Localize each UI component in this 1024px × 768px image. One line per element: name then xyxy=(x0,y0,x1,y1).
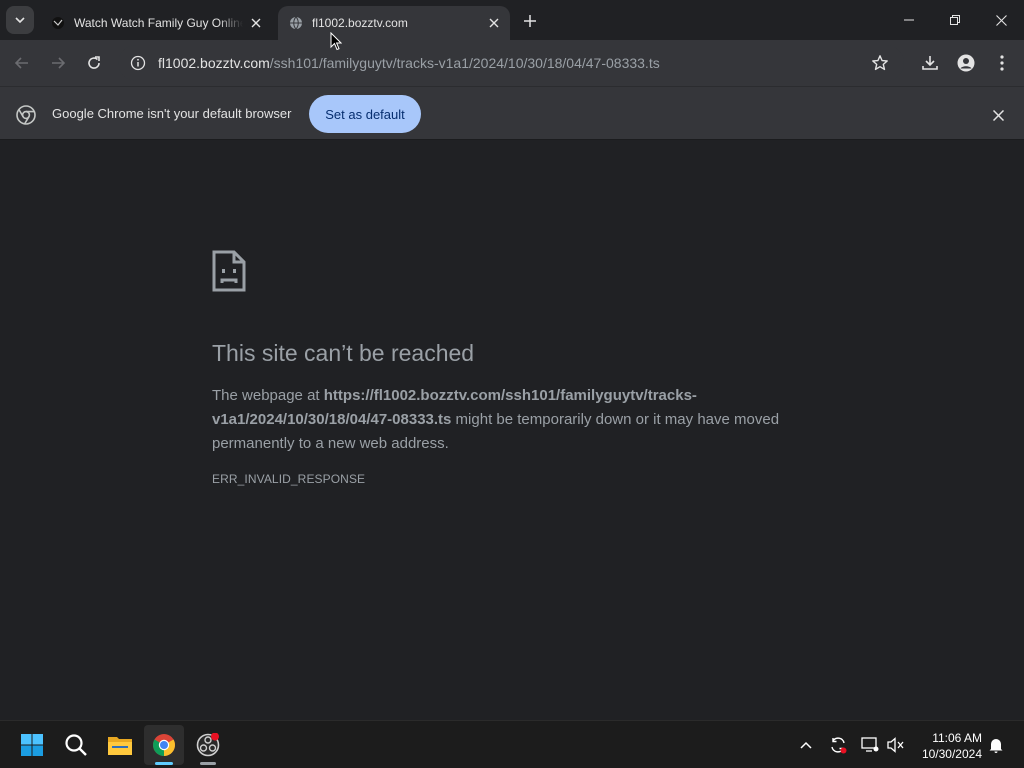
more-vertical-icon xyxy=(1000,55,1004,71)
minimize-icon xyxy=(904,19,914,21)
error-title: This site can’t be reached xyxy=(212,340,475,366)
chrome-logo-icon xyxy=(16,105,36,125)
new-tab-button[interactable] xyxy=(518,9,542,33)
reload-icon xyxy=(88,56,100,69)
sad-document-icon xyxy=(212,250,246,292)
system-clock[interactable]: 11:06 AM 10/30/2024 xyxy=(912,730,982,762)
back-button[interactable] xyxy=(8,49,36,77)
tab-bozztv[interactable]: fl1002.bozztv.com xyxy=(278,6,510,40)
url-host: fl1002.bozztv.com xyxy=(158,55,270,71)
sync-tray-button[interactable] xyxy=(828,735,848,755)
close-icon xyxy=(992,109,1004,121)
downloads-button[interactable] xyxy=(916,49,944,77)
tab-close-icon[interactable] xyxy=(485,14,503,32)
error-description: The webpage at https://fl1002.bozztv.com… xyxy=(212,384,822,456)
speaker-muted-icon xyxy=(887,737,904,753)
infobar-close-button[interactable] xyxy=(988,105,1008,125)
clock-date: 10/30/2024 xyxy=(921,747,982,761)
error-prefix: The webpage at xyxy=(212,387,324,404)
restore-button[interactable] xyxy=(932,0,978,40)
tab-close-icon[interactable] xyxy=(247,14,265,32)
windows-logo-icon xyxy=(21,734,43,756)
chrome-icon xyxy=(153,734,175,756)
bookmark-button[interactable] xyxy=(866,49,894,77)
default-browser-infobar: Google Chrome isn't your default browser… xyxy=(0,86,1024,140)
active-indicator xyxy=(155,762,173,765)
reload-button[interactable] xyxy=(80,49,108,77)
download-icon xyxy=(922,56,938,70)
url-path: /ssh101/familyguytv/tracks-v1a1/2024/10/… xyxy=(269,55,660,71)
tab-title: Watch Watch Family Guy Online xyxy=(74,16,243,30)
chrome-taskbar-button[interactable] xyxy=(144,725,184,765)
set-as-default-button[interactable]: Set as default xyxy=(309,95,421,133)
windows-taskbar: 11:06 AM 10/30/2024 xyxy=(0,720,1024,768)
profile-icon xyxy=(957,54,975,72)
infobar-message: Google Chrome isn't your default browser xyxy=(52,106,292,121)
start-button[interactable] xyxy=(12,725,52,765)
tab-family-guy[interactable]: Watch Watch Family Guy Online xyxy=(40,6,272,40)
search-icon xyxy=(65,734,87,756)
error-url-part1: https://fl1002.bozztv.com/ssh101/familyg… xyxy=(323,387,697,404)
notifications-button[interactable] xyxy=(986,735,1006,755)
error-url-part2: v1a1/2024/10/30/18/04/47-08333.ts xyxy=(212,411,452,428)
plus-icon xyxy=(524,15,536,27)
network-tray-button[interactable] xyxy=(860,735,880,755)
minimize-button[interactable] xyxy=(886,0,932,40)
globe-icon xyxy=(288,15,304,31)
address-url: fl1002.bozztv.com/ssh101/familyguytv/tra… xyxy=(158,55,660,71)
chrome-menu-button[interactable] xyxy=(988,49,1016,77)
forward-button[interactable] xyxy=(44,49,72,77)
tab-strip: Watch Watch Family Guy Online fl1002.boz… xyxy=(0,0,1024,40)
address-bar[interactable]: fl1002.bozztv.com/ssh101/familyguytv/tra… xyxy=(118,45,904,81)
browser-toolbar: fl1002.bozztv.com/ssh101/familyguytv/tra… xyxy=(0,40,1024,86)
arrow-left-icon xyxy=(14,57,28,69)
volume-tray-button[interactable] xyxy=(886,735,906,755)
close-icon xyxy=(995,14,1007,26)
close-window-button[interactable] xyxy=(978,0,1024,40)
obs-taskbar-button[interactable] xyxy=(188,725,228,765)
file-explorer-button[interactable] xyxy=(100,725,140,765)
error-code: ERR_INVALID_RESPONSE xyxy=(212,472,366,486)
show-hidden-icons-button[interactable] xyxy=(796,735,816,755)
arrow-right-icon xyxy=(52,57,66,69)
taskbar-search-button[interactable] xyxy=(56,725,96,765)
running-indicator xyxy=(200,762,216,765)
chevron-down-icon xyxy=(15,17,25,24)
restore-icon xyxy=(950,15,960,25)
mouse-cursor-icon xyxy=(330,32,342,51)
bell-icon xyxy=(989,739,1003,753)
folder-icon xyxy=(108,737,132,755)
sync-icon xyxy=(831,737,847,754)
clock-time: 11:06 AM xyxy=(932,731,982,745)
obs-studio-icon xyxy=(196,733,220,757)
tab-title: fl1002.bozztv.com xyxy=(312,16,408,30)
tab-search-button[interactable] xyxy=(6,6,34,34)
chevron-up-icon xyxy=(800,741,812,749)
error-page: This site can’t be reached The webpage a… xyxy=(0,140,1024,720)
site-favicon-icon xyxy=(50,15,66,31)
profile-button[interactable] xyxy=(952,49,980,77)
site-info-icon[interactable] xyxy=(130,55,146,71)
star-icon xyxy=(872,55,888,71)
network-icon xyxy=(861,737,879,752)
